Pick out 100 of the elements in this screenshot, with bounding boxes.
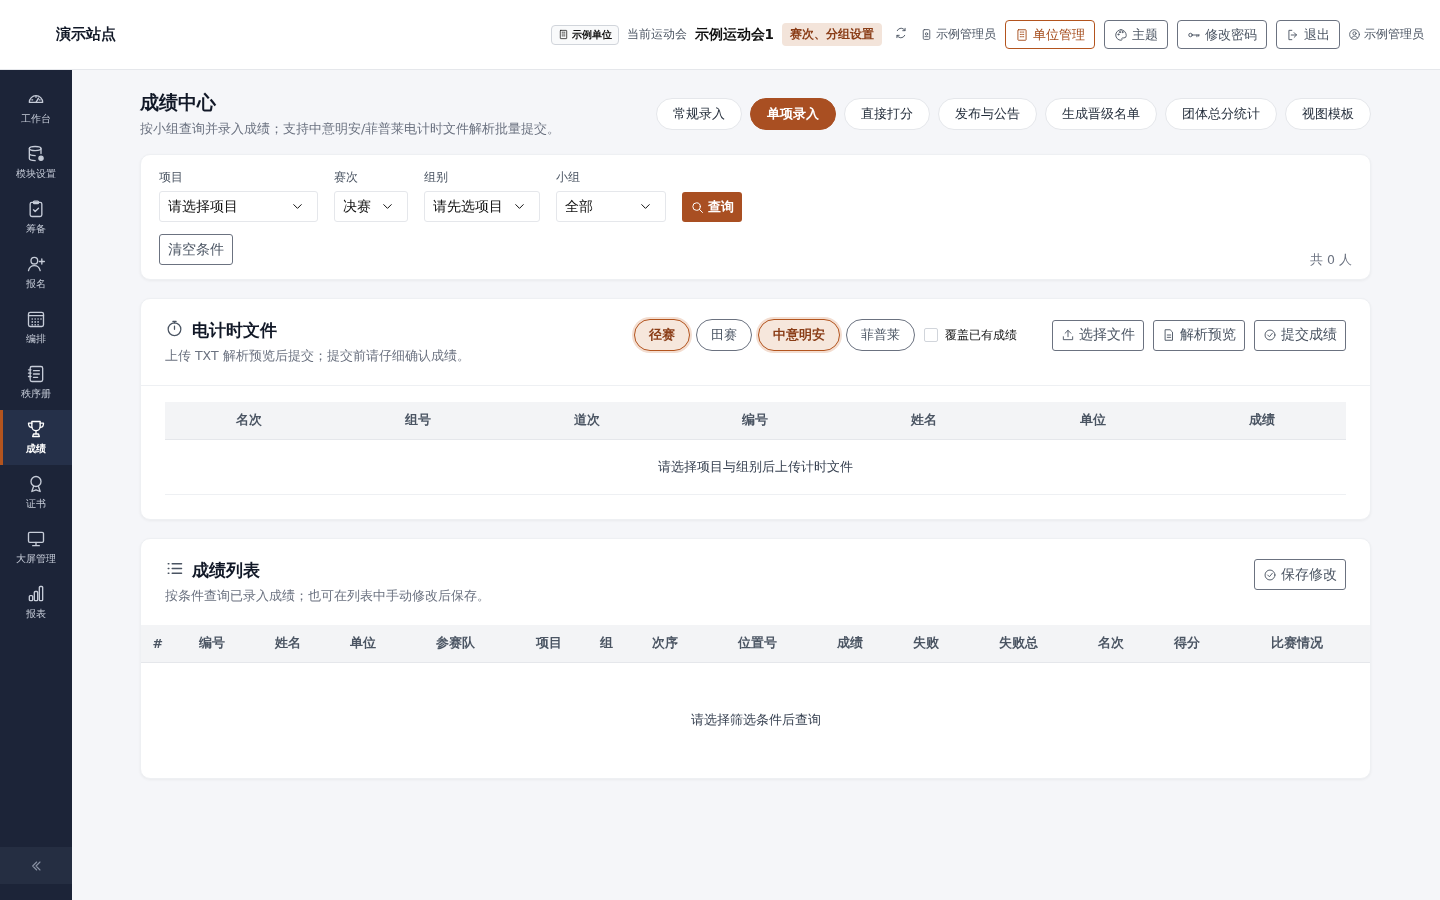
section-subtitle: 按条件查询已录入成绩；也可在列表中手动修改后保存。: [165, 588, 490, 605]
action-button[interactable]: 解析预览: [1153, 319, 1245, 351]
checkbox[interactable]: [924, 328, 938, 342]
header-button[interactable]: 主题: [1104, 20, 1168, 49]
column-header: 道次: [502, 402, 672, 440]
sidebar-item[interactable]: 报名: [0, 245, 72, 300]
stopwatch-icon: [165, 319, 184, 338]
action-button[interactable]: 提交成绩: [1254, 319, 1346, 351]
sidebar-item[interactable]: 模块设置: [0, 135, 72, 190]
header-button[interactable]: 退出: [1276, 20, 1340, 49]
column-header: #: [141, 625, 175, 663]
select-field[interactable]: 决赛: [334, 191, 408, 222]
checkbox-label: 覆盖已有成绩: [945, 326, 1017, 344]
column-header: 比赛情况: [1224, 625, 1370, 663]
exit-icon: [1286, 27, 1300, 42]
select-field[interactable]: 请选择项目: [159, 191, 318, 222]
building-icon: [557, 29, 569, 40]
refresh-icon: [894, 26, 908, 40]
collapse-button[interactable]: [0, 847, 72, 884]
column-header: 姓名: [839, 402, 1009, 440]
column-header: 成绩: [812, 625, 888, 663]
bar-chart-icon: [26, 584, 46, 604]
sidebar-label: 秩序册: [21, 387, 51, 401]
query-button[interactable]: 查询: [682, 192, 742, 222]
sidebar-label: 报名: [26, 277, 46, 291]
field-label: 项目: [159, 169, 184, 186]
id-badge-icon: [920, 28, 933, 41]
meet-label: 当前运动会: [626, 26, 687, 43]
check-circle-icon: [1263, 328, 1277, 342]
sidebar-item[interactable]: 筹备: [0, 190, 72, 245]
select-field[interactable]: 请先选项目: [424, 191, 540, 222]
tab[interactable]: 单项录入: [750, 98, 836, 130]
site-title: 演示站点: [56, 25, 116, 44]
sidebar-label: 证书: [26, 497, 46, 511]
upload-icon: [1061, 328, 1075, 342]
save-button[interactable]: 保存修改: [1254, 559, 1346, 590]
sidebar-item[interactable]: 大屏管理: [0, 520, 72, 575]
column-header: 成绩: [1177, 402, 1346, 440]
field-label: 小组: [556, 169, 581, 186]
column-header: 得分: [1149, 625, 1225, 663]
tab[interactable]: 视图模板: [1285, 98, 1371, 130]
event-type-toggle[interactable]: 径赛: [634, 319, 690, 351]
user-menu[interactable]: 示例管理员: [1348, 26, 1424, 43]
result-count: 共 0 人: [1310, 252, 1352, 269]
sidebar-label: 模块设置: [16, 167, 56, 181]
column-header: 名次: [165, 402, 334, 440]
column-header: 单位: [325, 625, 401, 663]
sidebar-label: 报表: [26, 607, 46, 621]
sidebar-item[interactable]: 工作台: [0, 80, 72, 135]
column-header: 姓名: [250, 625, 326, 663]
column-header: 失败: [888, 625, 964, 663]
page-title: 成绩中心: [140, 90, 217, 115]
sidebar-label: 工作台: [21, 112, 51, 126]
sidebar-item[interactable]: 报表: [0, 575, 72, 630]
tab[interactable]: 直接打分: [844, 98, 930, 130]
vendor-toggle[interactable]: 菲普莱: [846, 319, 915, 351]
clear-button[interactable]: 清空条件: [159, 234, 233, 265]
column-header: 参赛队: [400, 625, 512, 663]
sidebar-label: 编排: [26, 332, 46, 346]
sidebar-item[interactable]: 编排: [0, 300, 72, 355]
column-header: 失败总: [963, 625, 1074, 663]
action-button[interactable]: 选择文件: [1052, 319, 1144, 351]
meet-settings-button[interactable]: 赛次、分组设置: [782, 23, 882, 46]
page-subtitle: 按小组查询并录入成绩；支持中意明安/菲普莱电计时文件解析批量提交。: [140, 121, 561, 138]
tab[interactable]: 常规录入: [656, 98, 742, 130]
column-header: 组: [586, 625, 627, 663]
monitor-icon: [26, 529, 46, 549]
column-header: 编号: [174, 625, 250, 663]
calendar-icon: [26, 309, 46, 329]
column-header: 项目: [511, 625, 587, 663]
sidebar-label: 大屏管理: [16, 552, 56, 566]
user-icon: [1348, 28, 1361, 41]
header-button[interactable]: 单位管理: [1005, 20, 1095, 49]
tab[interactable]: 发布与公告: [938, 98, 1037, 130]
sidebar-item[interactable]: 成绩: [0, 410, 72, 465]
meet-name: 示例运动会1: [694, 25, 774, 44]
section-subtitle: 上传 TXT 解析预览后提交；提交前请仔细确认成绩。: [165, 348, 470, 365]
column-header: 名次: [1073, 625, 1150, 663]
user-add-icon: [26, 254, 46, 274]
vendor-toggle[interactable]: 中意明安: [758, 319, 840, 351]
sidebar-item[interactable]: 证书: [0, 465, 72, 520]
column-header: 组号: [333, 402, 503, 440]
empty-message: 请选择筛选条件后查询: [141, 662, 1370, 778]
section-title: 成绩列表: [192, 559, 260, 582]
event-type-toggle[interactable]: 田赛: [696, 319, 752, 351]
tab[interactable]: 生成晋级名单: [1045, 98, 1157, 130]
select-field[interactable]: 全部: [556, 191, 666, 222]
header-button[interactable]: 修改密码: [1177, 20, 1267, 49]
column-header: 编号: [671, 402, 840, 440]
database-icon: [26, 144, 46, 164]
unit-name: 示例单位: [571, 27, 612, 42]
notebook-icon: [26, 364, 46, 384]
role-label: 示例管理员: [936, 26, 996, 43]
column-header: 单位: [1008, 402, 1178, 440]
building-icon: [1015, 27, 1029, 42]
sidebar-item[interactable]: 秩序册: [0, 355, 72, 410]
check-circle-icon: [1263, 567, 1277, 582]
document-icon: [1162, 328, 1176, 342]
search-icon: [690, 199, 705, 215]
tab[interactable]: 团体总分统计: [1165, 98, 1277, 130]
